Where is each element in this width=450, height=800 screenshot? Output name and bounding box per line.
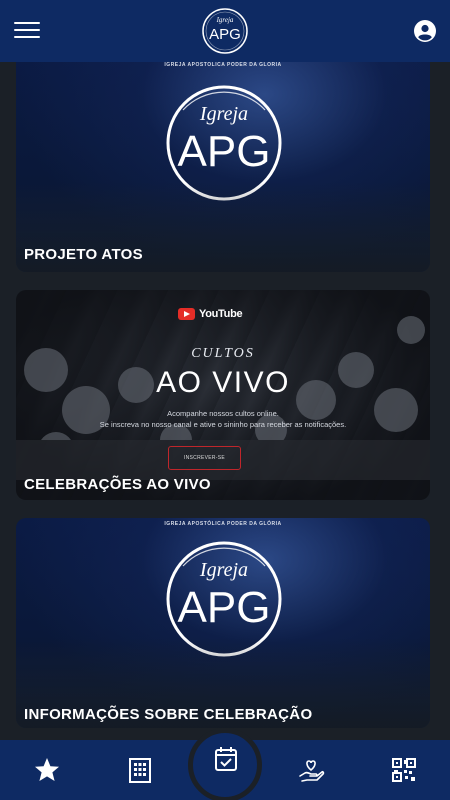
card-celebracoes-ao-vivo[interactable]: YouTube CULTOS AO VIVO Acompanhe nossos … [16, 290, 430, 500]
emblem-text: APG [178, 583, 271, 632]
logo-script: Igreja [216, 16, 234, 24]
heart-hand-icon[interactable] [297, 756, 325, 784]
live-description: Acompanhe nossos cultos online. Se inscr… [16, 408, 430, 430]
ao-vivo-headline: AO VIVO [156, 366, 290, 399]
emblem-text: APG [178, 127, 271, 176]
card-projeto-atos[interactable]: IGREJA APOSTÓLICA PODER DA GLÓRIA Igreja… [16, 50, 430, 272]
card-title: PROJETO ATOS [24, 246, 143, 263]
card-informacoes-celebracao[interactable]: IGREJA APOSTÓLICA PODER DA GLÓRIA Igreja… [16, 518, 430, 728]
logo-text: APG [209, 26, 241, 43]
emblem-script: Igreja [199, 103, 248, 125]
live-description-line-1: Acompanhe nossos cultos online. [167, 409, 279, 418]
youtube-wordmark: YouTube [199, 308, 243, 320]
subscribe-button[interactable]: INSCREVER-SE [168, 446, 241, 470]
app-logo: Igreja APG [200, 5, 250, 57]
card-title: INFORMAÇÕES SOBRE CELEBRAÇÃO [24, 706, 313, 723]
top-app-bar: Igreja APG [0, 0, 450, 62]
calendar-check-button[interactable] [188, 728, 262, 800]
cultos-label: CULTOS [191, 346, 255, 361]
star-icon[interactable] [33, 756, 61, 784]
card-subtitle: IGREJA APOSTÓLICA PODER DA GLÓRIA [164, 62, 282, 68]
hamburger-menu-icon[interactable] [14, 22, 40, 40]
qr-code-icon[interactable] [390, 756, 418, 784]
emblem-script: Igreja [199, 559, 248, 581]
card-title: CELEBRAÇÕES AO VIVO [24, 476, 211, 493]
card-subtitle: IGREJA APOSTÓLICA PODER DA GLÓRIA [164, 521, 282, 527]
calendar-check-icon [215, 747, 237, 771]
building-icon[interactable] [126, 756, 154, 784]
account-circle-icon[interactable] [414, 20, 436, 42]
youtube-logo: YouTube [178, 308, 243, 320]
live-description-line-2: Se inscreva no nosso canal e ative o sin… [99, 420, 347, 429]
youtube-play-icon [178, 308, 195, 320]
